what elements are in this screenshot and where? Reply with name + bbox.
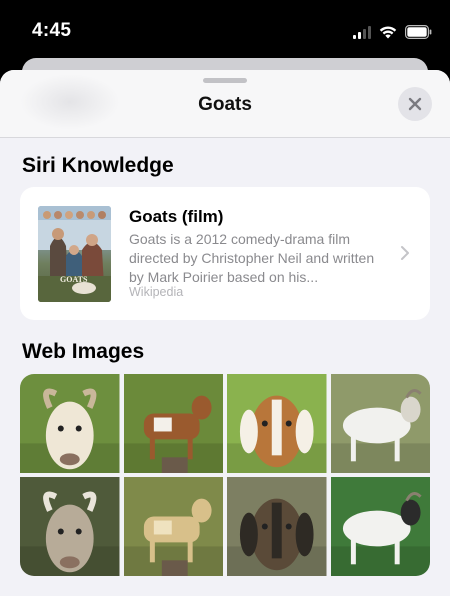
knowledge-title: Goats (film) [129,207,224,226]
knowledge-description: Goats is a 2012 comedy-drama film direct… [129,231,375,285]
film-poster-thumbnail: GOATS [38,206,111,302]
knowledge-source: Wikipedia [129,285,184,299]
sheet-grabber[interactable] [203,78,247,83]
chevron-right-icon [401,246,409,260]
goat-image-2[interactable] [123,374,223,473]
web-images-grid [20,374,430,576]
close-button[interactable] [398,87,432,121]
goat-image-7[interactable] [227,477,327,576]
sheet-header: Goats [0,70,450,138]
wifi-icon [379,26,397,39]
siri-knowledge-card[interactable]: GOATS Goats (film) Goats is a 2012 comed… [20,187,430,320]
cellular-signal-icon [353,25,371,39]
status-bar: 4:45 [0,0,450,62]
goat-image-5[interactable] [20,477,120,576]
battery-icon [405,25,432,39]
goat-image-4[interactable] [330,374,430,473]
close-icon [408,97,422,111]
goat-image-1[interactable] [20,374,120,473]
status-time: 4:45 [32,20,72,41]
goat-image-3[interactable] [227,374,327,473]
goat-image-6[interactable] [123,477,223,576]
goat-image-8[interactable] [330,477,430,576]
knowledge-sheet: Goats Siri Knowledge GOATS Goats (film) … [0,70,450,596]
web-images-heading: Web Images [22,340,145,363]
sheet-title: Goats [198,94,252,115]
siri-knowledge-heading: Siri Knowledge [22,154,174,177]
poster-title-text: GOATS [60,275,88,284]
status-icons [353,24,432,40]
